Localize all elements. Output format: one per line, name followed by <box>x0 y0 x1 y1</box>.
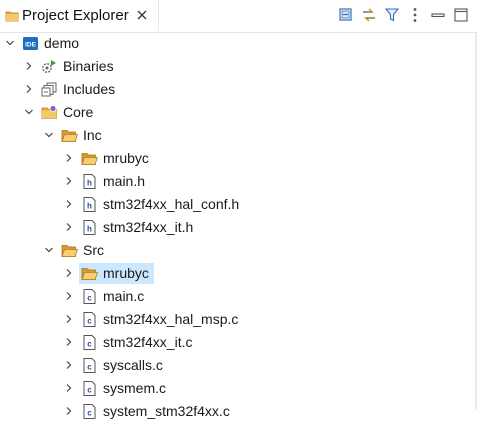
folder-open-icon <box>81 268 98 280</box>
chevron-down-icon[interactable] <box>44 130 54 140</box>
tree-label-src-mrubyc: mrubyc <box>103 265 149 281</box>
tree-label-demo: demo <box>44 35 80 51</box>
tree-label-it-h: stm32f4xx_it.h <box>103 219 194 235</box>
tree-row-binaries[interactable]: Binaries <box>0 55 477 78</box>
tree-label-inc: Inc <box>83 127 102 143</box>
chevron-right-icon[interactable] <box>64 176 74 186</box>
tree-label-inc-mrubyc: mrubyc <box>103 150 149 166</box>
svg-text:h: h <box>87 225 92 234</box>
chevron-right-icon[interactable] <box>64 153 74 163</box>
svg-text:c: c <box>87 363 92 372</box>
tree-row-hal-msp-c[interactable]: c stm32f4xx_hal_msp.c <box>0 308 477 331</box>
tree-row-hal-conf-h[interactable]: h stm32f4xx_hal_conf.h <box>0 193 477 216</box>
tree-row-inc[interactable]: Inc <box>0 124 477 147</box>
tree-label-it-c: stm32f4xx_it.c <box>103 334 193 350</box>
tree-row-main-c[interactable]: c main.c <box>0 285 477 308</box>
folder-open-icon <box>61 130 78 142</box>
includes-icon <box>41 82 57 97</box>
tree-label-core: Core <box>63 104 94 120</box>
tree-label-main-h: main.h <box>103 173 146 189</box>
chevron-down-icon[interactable] <box>5 38 15 48</box>
chevron-right-icon[interactable] <box>64 222 74 232</box>
project-explorer-icon <box>5 11 19 22</box>
minimize-icon[interactable] <box>429 6 447 24</box>
c-source-file-icon: c <box>83 381 96 396</box>
tree-row-syscalls-c[interactable]: c syscalls.c <box>0 354 477 377</box>
header-file-icon: h <box>83 174 96 189</box>
tree-row-demo[interactable]: IDE demo <box>0 32 477 55</box>
svg-text:c: c <box>87 340 92 349</box>
tree-row-includes[interactable]: Includes <box>0 78 477 101</box>
chevron-right-icon[interactable] <box>64 360 74 370</box>
tab-project-explorer[interactable]: Project Explorer <box>0 0 159 31</box>
chevron-down-icon[interactable] <box>24 107 34 117</box>
chevron-right-icon[interactable] <box>64 291 74 301</box>
chevron-right-icon[interactable] <box>64 337 74 347</box>
tree-label-sysmem-c: sysmem.c <box>103 380 166 396</box>
project-tree: IDE demo Binaries Includes Core Inc mrub… <box>0 32 477 419</box>
header-file-icon: h <box>83 220 96 235</box>
c-source-file-icon: c <box>83 358 96 373</box>
tree-label-syscalls-c: syscalls.c <box>103 357 163 373</box>
tree-label-main-c: main.c <box>103 288 145 304</box>
source-folder-icon <box>41 105 57 119</box>
svg-text:h: h <box>87 179 92 188</box>
c-source-file-icon: c <box>83 312 96 327</box>
collapse-all-icon[interactable] <box>337 6 355 24</box>
c-source-file-icon: c <box>83 404 96 419</box>
tree-label-system-c: system_stm32f4xx.c <box>103 403 230 419</box>
svg-text:c: c <box>87 294 92 303</box>
chevron-down-icon[interactable] <box>44 245 54 255</box>
chevron-right-icon[interactable] <box>64 383 74 393</box>
chevron-right-icon[interactable] <box>64 406 74 416</box>
chevron-right-icon[interactable] <box>64 268 74 278</box>
svg-text:c: c <box>87 317 92 326</box>
svg-text:IDE: IDE <box>25 42 37 49</box>
c-source-file-icon: c <box>83 335 96 350</box>
tree-label-hal-conf-h: stm32f4xx_hal_conf.h <box>103 196 240 212</box>
view-menu-icon[interactable] <box>406 6 424 24</box>
maximize-icon[interactable] <box>452 6 470 24</box>
tree-row-core[interactable]: Core <box>0 101 477 124</box>
ide-project-icon: IDE <box>23 37 38 50</box>
tree-label-includes: Includes <box>63 81 116 97</box>
close-icon[interactable] <box>136 9 148 21</box>
svg-text:c: c <box>87 409 92 418</box>
svg-text:c: c <box>87 386 92 395</box>
chevron-right-icon[interactable] <box>24 61 34 71</box>
tree-label-src: Src <box>83 242 104 258</box>
tree-row-inc-mrubyc[interactable]: mrubyc <box>0 147 477 170</box>
chevron-right-icon[interactable] <box>64 199 74 209</box>
tree-row-src-mrubyc[interactable]: mrubyc <box>0 262 477 285</box>
svg-text:h: h <box>87 202 92 211</box>
tree-row-main-h[interactable]: h main.h <box>0 170 477 193</box>
chevron-right-icon[interactable] <box>24 84 34 94</box>
binaries-icon <box>42 60 56 73</box>
tree-row-src[interactable]: Src <box>0 239 477 262</box>
chevron-right-icon[interactable] <box>64 314 74 324</box>
header-file-icon: h <box>83 197 96 212</box>
tree-row-it-h[interactable]: h stm32f4xx_it.h <box>0 216 477 239</box>
tree-row-system-c[interactable]: c system_stm32f4xx.c <box>0 400 477 423</box>
tree-label-binaries: Binaries <box>63 58 114 74</box>
tree-label-hal-msp-c: stm32f4xx_hal_msp.c <box>103 311 239 327</box>
tab-label: Project Explorer <box>22 7 129 24</box>
filter-icon[interactable] <box>383 6 401 24</box>
link-with-editor-icon[interactable] <box>360 6 378 24</box>
view-tab-bar: Project Explorer <box>0 0 477 33</box>
folder-open-icon <box>81 153 98 165</box>
folder-open-icon <box>61 245 78 257</box>
tree-row-it-c[interactable]: c stm32f4xx_it.c <box>0 331 477 354</box>
tree-row-sysmem-c[interactable]: c sysmem.c <box>0 377 477 400</box>
c-source-file-icon: c <box>83 289 96 304</box>
